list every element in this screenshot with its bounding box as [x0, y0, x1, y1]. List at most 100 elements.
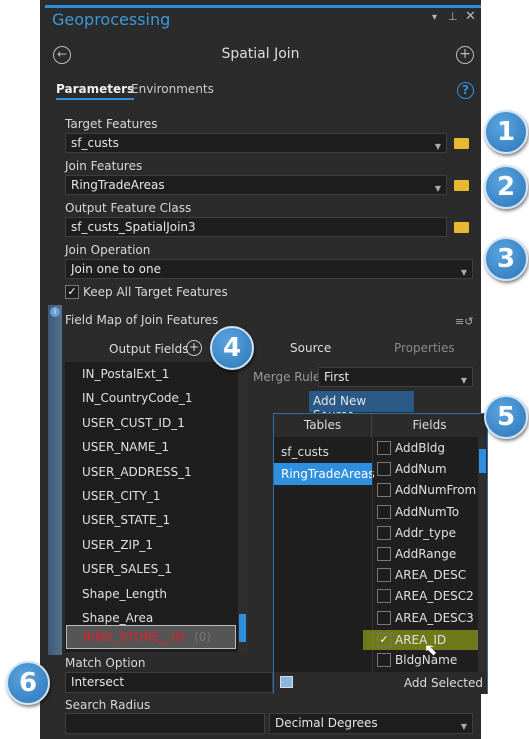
output-field-item[interactable]: IN_CountryCode_1	[82, 391, 193, 405]
info-strip	[48, 305, 62, 655]
join-operation-select[interactable]: Join one to one ▼	[65, 259, 473, 279]
table-item-ringtradeareas[interactable]: RingTradeAreas	[274, 463, 375, 485]
output-field-item[interactable]: USER_SALES_1	[82, 562, 172, 576]
field-checkbox[interactable]	[377, 504, 391, 519]
field-item[interactable]: Addr_type	[377, 525, 456, 540]
field-item[interactable]: ✓ AREA_ID	[363, 629, 483, 650]
output-feature-class-input[interactable]: sf_custs_SpatialJoin3	[65, 217, 447, 237]
field-name: AREA_DESC	[395, 568, 467, 583]
tab-source[interactable]: Source	[290, 341, 331, 355]
target-features-label: Target Features	[65, 117, 158, 131]
output-field-item[interactable]: USER_ZIP_1	[82, 538, 153, 552]
join-operation-label: Join Operation	[65, 243, 151, 257]
popup-footer: Add Selected	[274, 672, 487, 694]
field-name: AddRange	[395, 547, 457, 561]
field-item[interactable]: AREA_DESC3	[377, 610, 474, 625]
add-icon[interactable]: +	[456, 46, 474, 64]
folder-icon[interactable]	[454, 222, 469, 233]
list-icon[interactable]	[280, 676, 293, 688]
output-field-item[interactable]: USER_CITY_1	[82, 489, 161, 503]
tool-title: Spatial Join	[221, 46, 300, 62]
match-option-select[interactable]: Intersect	[65, 672, 273, 693]
match-option-value: Intersect	[71, 675, 125, 689]
cursor-icon: ⬉	[424, 640, 438, 659]
field-item[interactable]: AddBldg	[377, 441, 445, 455]
tab-properties[interactable]: Properties	[394, 341, 455, 355]
output-field-item[interactable]: USER_STATE_1	[82, 513, 170, 527]
info-icon[interactable]: i	[50, 307, 60, 317]
field-checkbox[interactable]	[377, 610, 391, 625]
merge-rule-select[interactable]: First ▼	[318, 367, 473, 387]
merge-rule-label: Merge Rule	[253, 370, 321, 384]
output-field-item[interactable]: USER_NAME_1	[82, 440, 169, 454]
target-features-input[interactable]: sf_custs ▼	[65, 133, 447, 153]
field-item[interactable]: AREA_DESC	[377, 568, 467, 583]
field-map-label: Field Map of Join Features	[65, 313, 219, 327]
fields-scrollbar[interactable]	[478, 437, 487, 672]
field-checkbox[interactable]	[377, 462, 391, 477]
field-checkbox[interactable]	[377, 653, 391, 667]
tables-header: Tables	[274, 414, 372, 437]
table-item-sf-custs[interactable]: sf_custs	[274, 441, 372, 463]
join-value: RingTradeAreas	[71, 178, 165, 192]
add-source-popup: Tables Fields sf_custs RingTradeAreas Ad…	[273, 413, 488, 694]
field-name: AddNumFrom	[395, 483, 477, 498]
help-icon[interactable]: ?	[457, 82, 474, 99]
field-checkbox[interactable]	[377, 441, 391, 455]
output-field-item[interactable]: USER_ADDRESS_1	[82, 465, 192, 479]
field-item[interactable]: AREA_DESC2	[377, 589, 474, 604]
field-item[interactable]: AddNumTo	[377, 504, 460, 519]
tab-parameters[interactable]: Parameters	[56, 82, 135, 100]
chevron-down-icon[interactable]: ▼	[461, 265, 467, 280]
callout-1: 1	[484, 110, 528, 154]
search-radius-input[interactable]	[65, 713, 265, 734]
output-field-item[interactable]: Shape_Length	[82, 587, 167, 601]
output-fields-scrollbar[interactable]	[238, 362, 248, 652]
field-item[interactable]: AddNum	[377, 462, 447, 477]
radius-unit-value: Decimal Degrees	[275, 716, 378, 730]
reset-icon[interactable]: ≡↺	[455, 315, 473, 328]
output-feature-class-label: Output Feature Class	[65, 201, 192, 215]
folder-icon[interactable]	[454, 180, 469, 191]
search-radius-label: Search Radius	[65, 698, 151, 712]
scroll-thumb[interactable]	[479, 449, 486, 473]
join-features-input[interactable]: RingTradeAreas ▼	[65, 175, 447, 195]
field-item[interactable]: BldgName	[377, 653, 457, 667]
pane-menu-icon[interactable]: ▾	[432, 12, 437, 23]
selected-output-field[interactable]: RING_STORE__ID (0)	[66, 625, 236, 649]
add-selected-button[interactable]: Add Selected	[404, 676, 483, 690]
keep-all-checkbox[interactable]: ✓	[65, 285, 79, 299]
close-icon[interactable]: ✕	[465, 9, 476, 24]
field-checkbox[interactable]: ✓	[377, 632, 391, 647]
field-checkbox[interactable]	[377, 483, 391, 498]
radius-unit-select[interactable]: Decimal Degrees ▼	[269, 713, 473, 734]
output-fields-list: IN_PostalExt_1 IN_CountryCode_1 USER_CUST_…	[65, 362, 238, 652]
field-item[interactable]: AddRange	[377, 547, 456, 561]
add-field-icon[interactable]: +	[186, 340, 202, 356]
tab-environments[interactable]: Environments	[131, 82, 214, 96]
add-new-source-button[interactable]: Add New Source ⌄	[309, 391, 414, 422]
chevron-down-icon[interactable]: ▼	[435, 181, 441, 196]
chevron-down-icon[interactable]: ▼	[435, 139, 441, 154]
output-field-item[interactable]: Shape_Area	[82, 611, 153, 625]
pane-title: Geoprocessing	[52, 10, 171, 29]
chevron-down-icon[interactable]: ▼	[461, 373, 467, 388]
fields-list: AddBldg AddNum AddNumFrom AddNumTo Addr_type…	[363, 437, 483, 672]
chevron-down-icon[interactable]: ▼	[461, 719, 467, 734]
scroll-thumb[interactable]	[239, 614, 246, 642]
output-field-item[interactable]: USER_CUST_ID_1	[82, 416, 185, 430]
callout-5: 5	[484, 395, 528, 439]
field-checkbox[interactable]	[377, 568, 391, 583]
pin-icon[interactable]: ⊥	[448, 10, 458, 23]
field-name: AddNum	[395, 462, 447, 477]
active-bar	[45, 5, 481, 8]
field-checkbox[interactable]	[377, 547, 391, 561]
field-name: AddNumTo	[395, 504, 460, 519]
output-field-item[interactable]: IN_PostalExt_1	[82, 367, 169, 381]
field-item[interactable]: AddNumFrom	[377, 483, 477, 498]
callout-3: 3	[484, 237, 528, 281]
folder-icon[interactable]	[454, 138, 469, 149]
field-checkbox[interactable]	[377, 525, 391, 540]
fields-header: Fields	[372, 414, 487, 437]
field-checkbox[interactable]	[377, 589, 391, 604]
